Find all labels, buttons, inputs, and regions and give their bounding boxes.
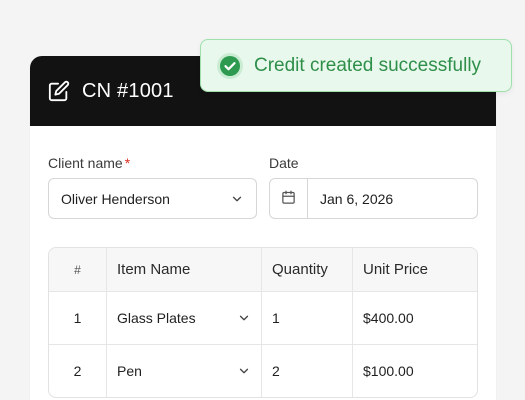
item-select[interactable]: Glass Plates (106, 292, 261, 344)
item-name: Pen (117, 363, 142, 379)
check-circle-icon (216, 52, 244, 80)
required-mark: * (124, 155, 131, 171)
success-toast: Credit created successfully (200, 39, 512, 92)
column-header-price: Unit Price (352, 248, 477, 291)
column-header-qty: Quantity (261, 248, 352, 291)
client-select-value: Oliver Henderson (61, 190, 170, 207)
toast-message: Credit created successfully (254, 54, 482, 76)
row-number: 1 (73, 310, 82, 326)
table-row: 1 Glass Plates 1 $400.00 (49, 291, 477, 344)
date-picker[interactable]: Jan 6, 2026 (269, 178, 478, 219)
unit-price-field[interactable]: $400.00 (352, 292, 477, 344)
page-title: CN #1001 (82, 79, 174, 102)
items-table: # Item Name Quantity Unit Price 1 Glass … (48, 247, 478, 398)
table-row: 2 Pen 2 $100.00 (49, 344, 477, 397)
table-header-row: # Item Name Quantity Unit Price (49, 248, 477, 291)
date-label: Date (269, 155, 299, 171)
calendar-icon (281, 190, 296, 208)
credit-note-card: CN #1001 Client name * Date Oliver Hender… (30, 56, 496, 400)
column-header-num: # (74, 262, 81, 277)
edit-icon[interactable] (48, 80, 70, 102)
chevron-down-icon (237, 364, 251, 378)
date-value: Jan 6, 2026 (320, 190, 394, 207)
item-select[interactable]: Pen (106, 345, 261, 397)
column-header-item: Item Name (106, 248, 261, 291)
quantity-field[interactable]: 1 (261, 292, 352, 344)
quantity-field[interactable]: 2 (261, 345, 352, 397)
chevron-down-icon (237, 311, 251, 325)
client-name-label: Client name * (48, 155, 130, 171)
row-number: 2 (73, 363, 82, 379)
chevron-down-icon (230, 192, 244, 206)
item-name: Glass Plates (117, 310, 196, 326)
unit-price-field[interactable]: $100.00 (352, 345, 477, 397)
client-name-label-text: Client name (48, 155, 123, 171)
date-icon-container (270, 179, 308, 218)
client-select[interactable]: Oliver Henderson (48, 178, 257, 219)
